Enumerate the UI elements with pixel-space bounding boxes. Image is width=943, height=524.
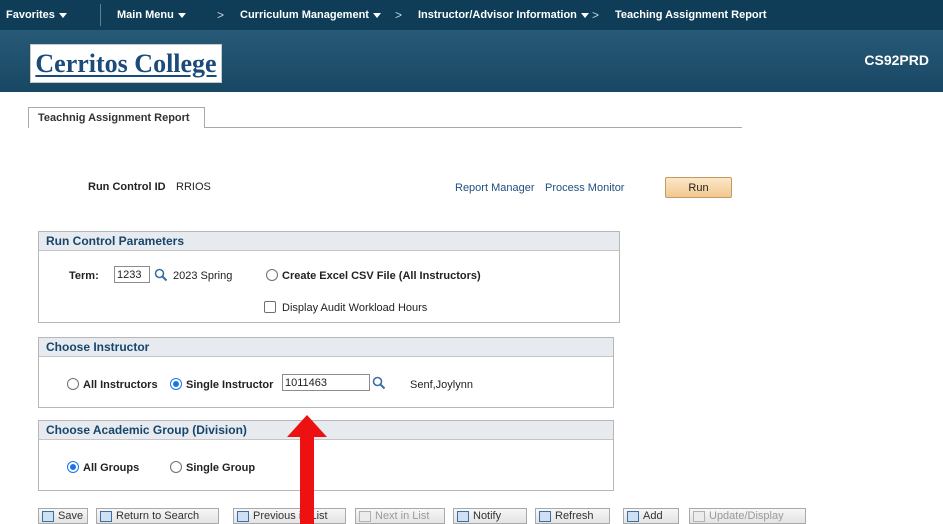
save-label: Save	[58, 510, 84, 522]
choose-instructor-group: Choose Instructor	[38, 337, 614, 408]
arrow-down-icon	[359, 510, 371, 522]
choose-instructor-title: Choose Instructor	[39, 338, 613, 357]
top-navigation-bar: Favorites Main Menu > Curriculum Managem…	[0, 0, 943, 30]
term-input[interactable]: 1233	[114, 266, 150, 283]
page-toolbar: Save Return to Search Previous in List N…	[0, 508, 943, 524]
all-instructors-label: All Instructors	[83, 379, 158, 391]
term-lookup-magnifier-icon[interactable]	[154, 268, 168, 282]
notify-button[interactable]: Notify	[453, 508, 527, 524]
report-manager-link[interactable]: Report Manager	[455, 182, 535, 194]
floppy-icon	[42, 510, 54, 522]
tab-underline	[205, 127, 742, 128]
breadcrumb-instructor-label: Instructor/Advisor Information	[418, 9, 577, 21]
update-display-icon	[693, 510, 705, 522]
return-to-search-button[interactable]: Return to Search	[96, 508, 219, 524]
display-audit-workload-label: Display Audit Workload Hours	[282, 302, 428, 314]
tab-teaching-assignment-report[interactable]: Teachnig Assignment Report	[28, 107, 205, 128]
display-audit-workload-checkbox[interactable]	[264, 301, 276, 313]
add-icon	[627, 510, 639, 522]
save-button[interactable]: Save	[38, 508, 88, 524]
add-label: Add	[643, 510, 663, 522]
branding-header: Cerritos College CS92PRD	[0, 30, 943, 92]
notify-label: Notify	[473, 510, 502, 522]
breadcrumb-current-page[interactable]: Teaching Assignment Report	[615, 0, 767, 30]
refresh-label: Refresh	[555, 510, 594, 522]
run-control-id-value: RRIOS	[176, 181, 211, 193]
favorites-label: Favorites	[6, 9, 55, 21]
next-in-list-label: Next in List	[375, 510, 430, 522]
chevron-down-icon	[177, 12, 186, 18]
main-menu-label: Main Menu	[117, 9, 174, 21]
breadcrumb-separator: >	[395, 8, 403, 22]
all-groups-label: All Groups	[83, 462, 140, 474]
single-instructor-radio[interactable]	[170, 378, 182, 390]
instructor-name: Senf,Joylynn	[410, 379, 473, 391]
search-back-icon	[100, 510, 112, 522]
college-logo: Cerritos College	[30, 44, 222, 83]
instructor-id-input[interactable]: 1011463	[282, 374, 370, 391]
nav-divider	[100, 4, 101, 26]
single-group-radio[interactable]	[170, 461, 182, 473]
all-groups-radio[interactable]	[67, 461, 79, 473]
notify-icon	[457, 510, 469, 522]
refresh-button[interactable]: Refresh	[535, 508, 610, 524]
next-in-list-button[interactable]: Next in List	[355, 508, 445, 524]
breadcrumb-curriculum-label: Curriculum Management	[240, 9, 369, 21]
run-button[interactable]: Run	[665, 177, 732, 198]
refresh-icon	[539, 510, 551, 522]
breadcrumb-instructor-advisor-information[interactable]: Instructor/Advisor Information	[418, 0, 589, 30]
run-control-id-label: Run Control ID	[88, 181, 166, 193]
term-label: Term:	[69, 270, 99, 282]
chevron-down-icon	[580, 12, 589, 18]
chevron-down-icon	[58, 12, 67, 18]
run-control-parameters-title: Run Control Parameters	[39, 232, 619, 251]
favorites-menu[interactable]: Favorites	[6, 0, 67, 30]
main-menu[interactable]: Main Menu	[117, 0, 186, 30]
single-group-label: Single Group	[186, 462, 256, 474]
add-button[interactable]: Add	[623, 508, 679, 524]
breadcrumb-separator: >	[217, 8, 225, 22]
database-name: CS92PRD	[864, 52, 929, 68]
chevron-down-icon	[372, 12, 381, 18]
term-description: 2023 Spring	[173, 270, 233, 282]
process-monitor-link[interactable]: Process Monitor	[545, 182, 624, 194]
return-to-search-label: Return to Search	[116, 510, 200, 522]
breadcrumb-curriculum-management[interactable]: Curriculum Management	[240, 0, 381, 30]
annotation-arrow-icon	[287, 415, 327, 524]
instructor-lookup-magnifier-icon[interactable]	[372, 376, 386, 390]
breadcrumb-separator: >	[592, 8, 600, 22]
arrow-up-icon	[237, 510, 249, 522]
single-instructor-label: Single Instructor	[186, 379, 274, 391]
create-csv-label: Create Excel CSV File (All Instructors)	[282, 270, 481, 282]
all-instructors-radio[interactable]	[67, 378, 79, 390]
update-display-label: Update/Display	[709, 510, 784, 522]
update-display-button[interactable]: Update/Display	[689, 508, 806, 524]
college-logo-text: Cerritos College	[35, 48, 217, 78]
create-csv-radio[interactable]	[266, 269, 278, 281]
